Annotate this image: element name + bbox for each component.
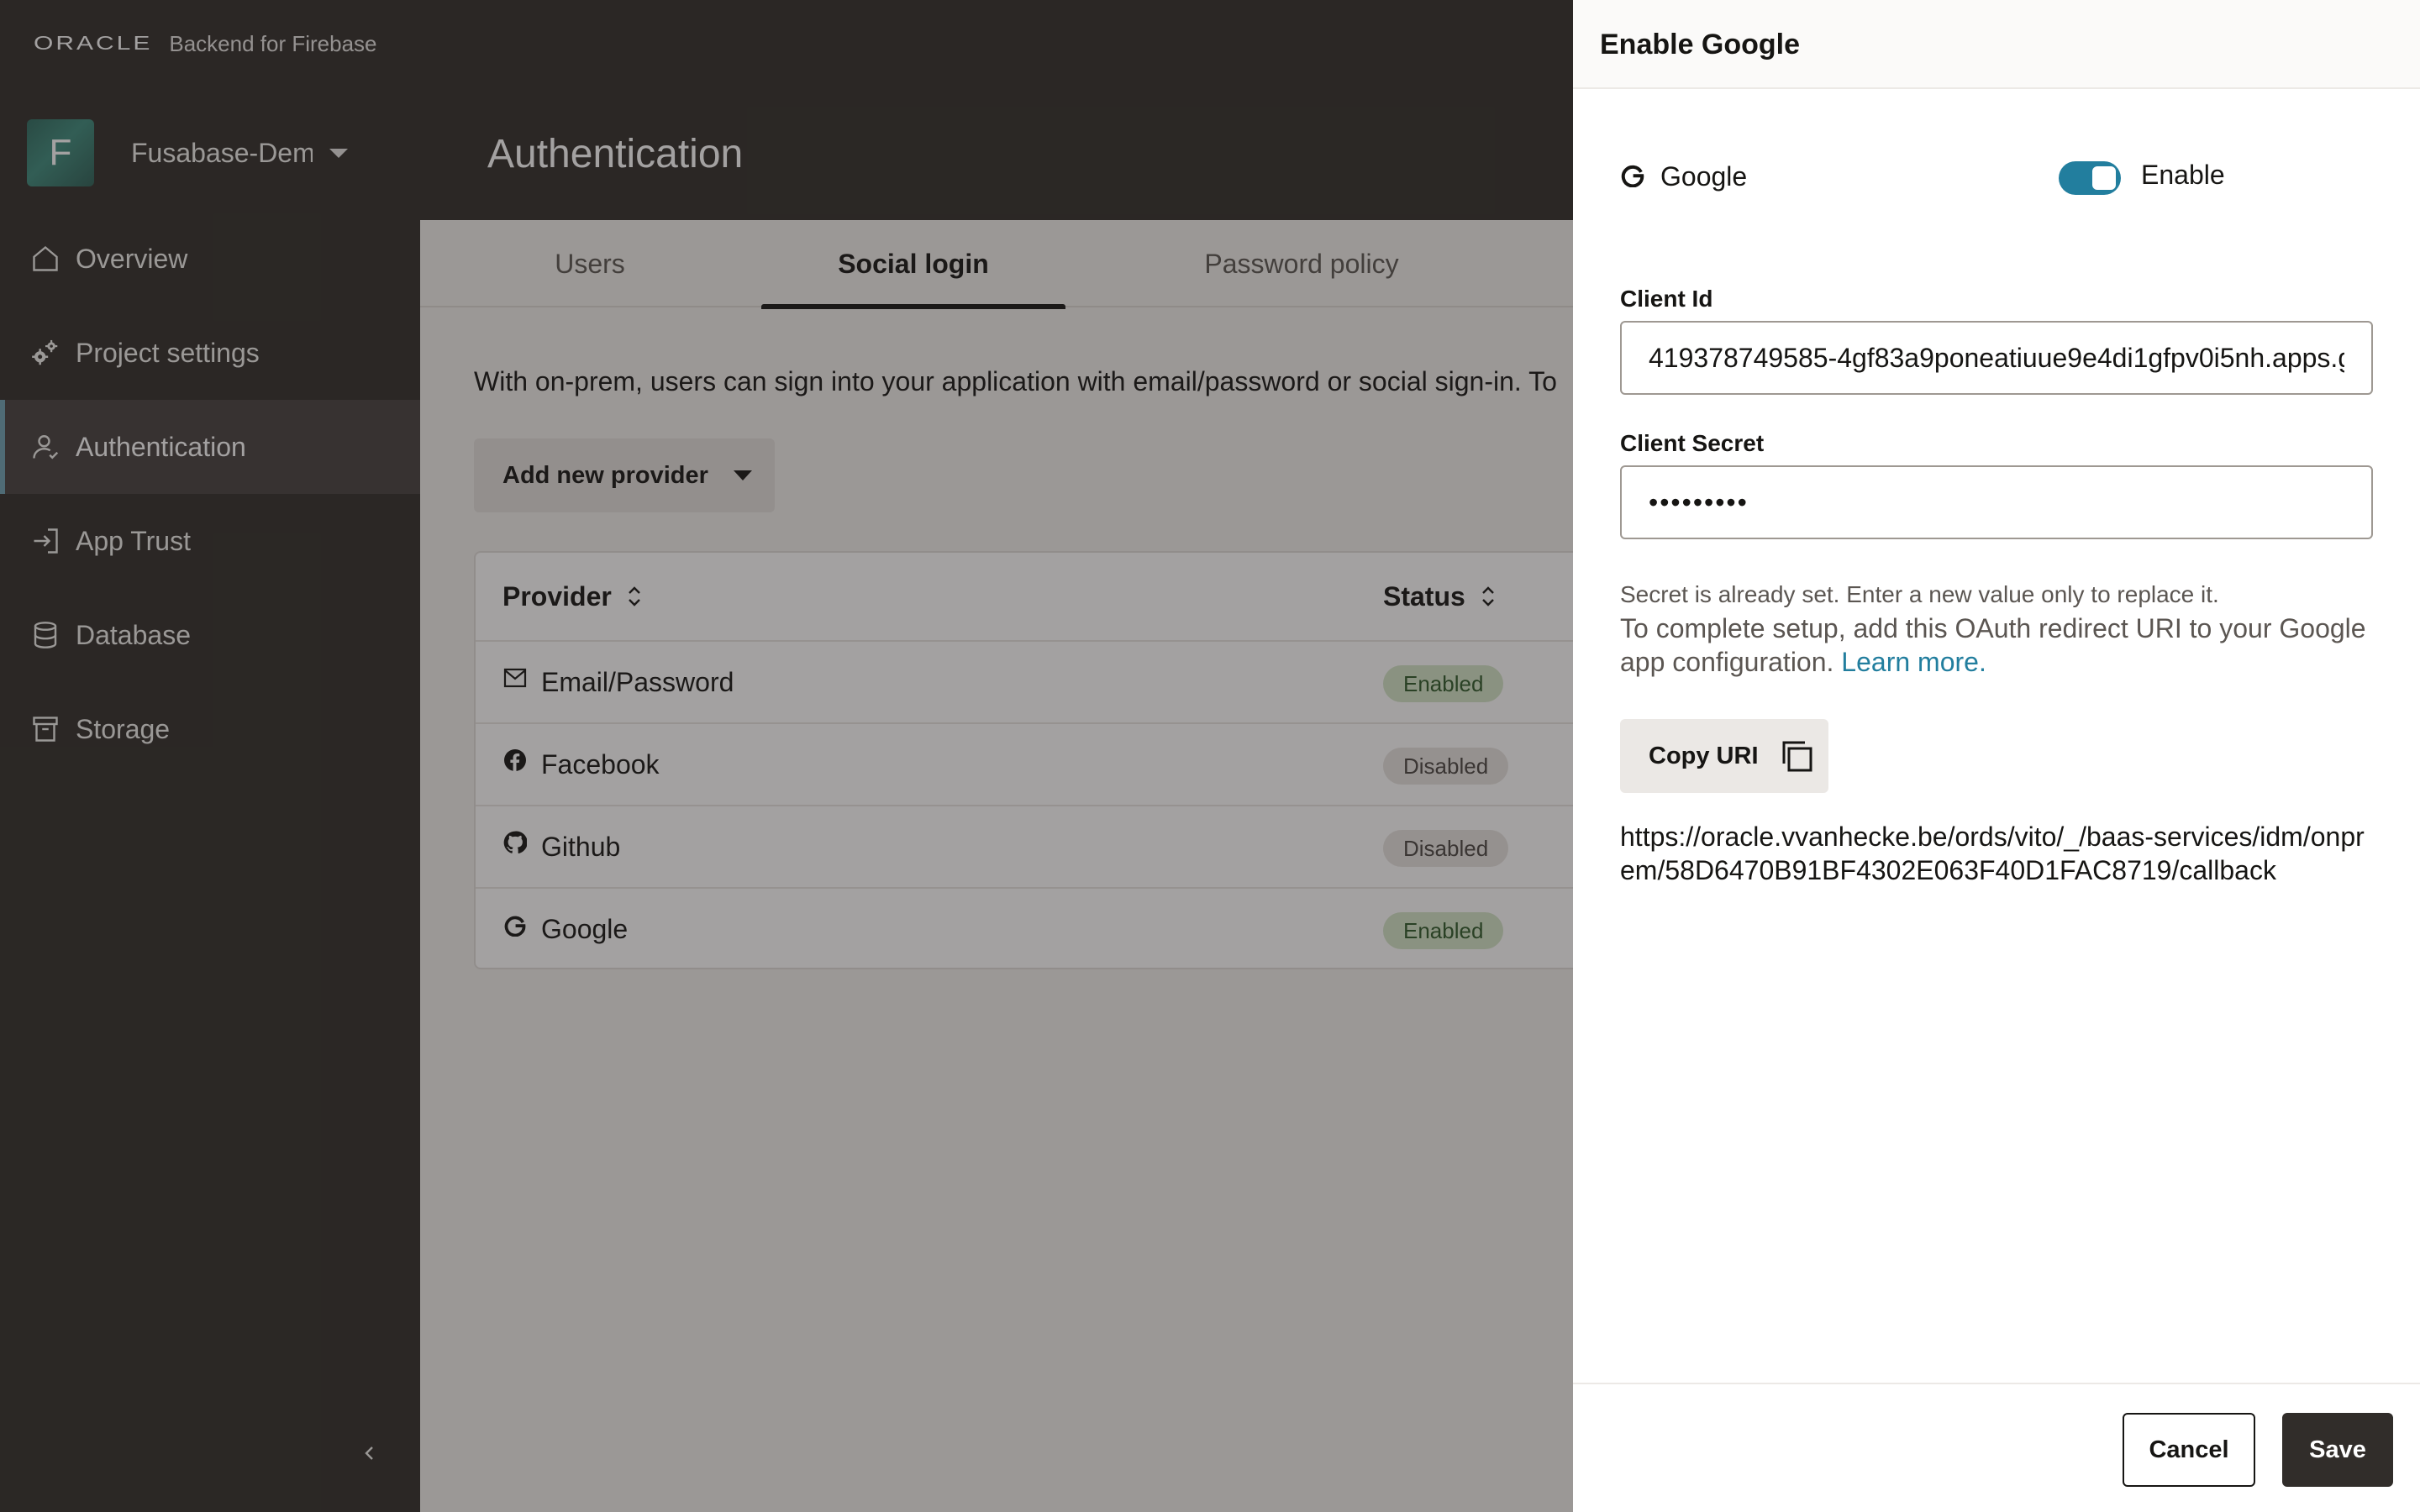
- sidebar-item-label: Authentication: [76, 431, 246, 462]
- sidebar-item-label: Storage: [76, 713, 171, 744]
- enable-label: Enable: [2141, 160, 2225, 190]
- secret-helper-text: Secret is already set. Enter a new value…: [1620, 581, 2219, 607]
- project-switcher[interactable]: F Fusabase-Dem: [27, 119, 348, 186]
- column-header-label: Status: [1383, 580, 1465, 612]
- sidebar-nav: Overview Project settings Authentication…: [0, 212, 420, 776]
- table-row[interactable]: Github Disabled: [476, 805, 1652, 887]
- gears-icon: [29, 336, 62, 370]
- status-badge: Enabled: [1383, 665, 1504, 702]
- setup-text: To complete setup, add this OAuth redire…: [1620, 613, 2366, 677]
- tab-label: Users: [555, 248, 625, 279]
- project-avatar: F: [27, 119, 94, 186]
- drawer-title: Enable Google: [1600, 29, 1801, 60]
- sidebar-item-app-trust[interactable]: App Trust: [0, 494, 420, 588]
- archive-icon: [29, 712, 62, 746]
- learn-more-link[interactable]: Learn more.: [1841, 647, 1986, 677]
- drawer-header: Enable Google: [1573, 0, 2420, 89]
- database-icon: [29, 618, 62, 652]
- provider-row: Google: [1620, 151, 1747, 202]
- tab-label: Social login: [838, 248, 989, 279]
- sidebar-item-authentication[interactable]: Authentication: [0, 400, 420, 494]
- provider-name: Google: [541, 913, 629, 944]
- sort-icon: [1479, 584, 1497, 609]
- page-title: Authentication: [487, 132, 744, 176]
- sidebar-item-label: Overview: [76, 243, 188, 274]
- sidebar-item-database[interactable]: Database: [0, 588, 420, 682]
- enable-toggle[interactable]: [2059, 161, 2121, 195]
- oracle-logo: ORACLE: [34, 32, 153, 55]
- provider-name: Github: [541, 831, 621, 862]
- product-name: Backend for Firebase: [169, 30, 377, 56]
- provider-cell: Github: [502, 806, 620, 887]
- tab-users[interactable]: Users: [506, 220, 674, 307]
- cancel-button[interactable]: Cancel: [2123, 1413, 2255, 1487]
- project-name: Fusabase-Dem: [131, 137, 313, 168]
- provider-label: Google: [1660, 160, 1748, 192]
- drawer-footer: Cancel Save: [1573, 1383, 2420, 1512]
- tab-bar: Users Social login Password policy: [420, 220, 1573, 309]
- sidebar-item-label: Database: [76, 619, 191, 650]
- caret-down-icon: [733, 470, 752, 480]
- copy-icon: [1779, 738, 1814, 774]
- client-id-label: Client Id: [1620, 286, 1713, 312]
- sidebar-item-label: Project settings: [76, 337, 260, 368]
- chevron-left-icon: [365, 1446, 373, 1460]
- sidebar-item-label: App Trust: [76, 525, 191, 556]
- chevron-down-icon: [329, 148, 348, 158]
- table-row[interactable]: Email/Password Enabled: [476, 640, 1652, 722]
- main-content: Users Social login Password policy With …: [420, 220, 1652, 1512]
- sort-icon: [625, 584, 644, 609]
- sidebar-item-storage[interactable]: Storage: [0, 682, 420, 776]
- column-header-label: Provider: [502, 580, 612, 612]
- save-button[interactable]: Save: [2282, 1413, 2393, 1487]
- button-label: Copy URI: [1649, 742, 1759, 769]
- facebook-icon: [502, 748, 528, 773]
- provider-cell: Facebook: [502, 724, 660, 805]
- status-badge: Disabled: [1383, 830, 1509, 867]
- tab-password-policy[interactable]: Password policy: [1150, 220, 1454, 307]
- top-header: ORACLE Backend for Firebase: [0, 0, 1573, 87]
- button-label: Add new provider: [502, 461, 708, 489]
- sidebar: F Fusabase-Dem Overview Project settings…: [0, 87, 420, 1512]
- status-badge: Disabled: [1383, 748, 1509, 785]
- sign-in-icon: [29, 524, 62, 558]
- column-header-provider[interactable]: Provider: [502, 553, 644, 640]
- mail-icon: [502, 665, 528, 690]
- copy-uri-button[interactable]: Copy URI: [1620, 719, 1828, 793]
- redirect-uri: https://oracle.vvanhecke.be/ords/vito/_/…: [1620, 822, 2365, 885]
- status-badge: Enabled: [1383, 912, 1504, 949]
- collapse-sidebar-button[interactable]: [353, 1436, 387, 1470]
- provider-name: Email/Password: [541, 666, 734, 697]
- github-icon: [502, 830, 528, 855]
- sidebar-item-project-settings[interactable]: Project settings: [0, 306, 420, 400]
- page-header: Authentication: [420, 87, 1573, 220]
- sidebar-item-overview[interactable]: Overview: [0, 212, 420, 306]
- provider-table: Provider Status Email/Password Enabled F…: [474, 551, 1652, 969]
- intro-text: With on-prem, users can sign into your a…: [474, 366, 1557, 396]
- provider-cell: Google: [502, 889, 628, 969]
- setup-instructions: To complete setup, add this OAuth redire…: [1620, 612, 2376, 679]
- user-icon: [29, 430, 62, 464]
- table-row[interactable]: Facebook Disabled: [476, 722, 1652, 805]
- column-header-status[interactable]: Status: [1383, 553, 1497, 640]
- client-secret-label: Client Secret: [1620, 430, 1765, 456]
- tab-label: Password policy: [1204, 248, 1399, 279]
- tab-social-login[interactable]: Social login: [761, 220, 1065, 309]
- table-row[interactable]: Google Enabled: [476, 887, 1652, 969]
- google-icon: [502, 912, 528, 937]
- home-icon: [29, 242, 62, 276]
- enable-google-drawer: Enable Google Google Enable Client Id Cl…: [1573, 0, 2420, 1512]
- client-secret-input[interactable]: [1620, 465, 2373, 539]
- client-id-input[interactable]: [1620, 321, 2373, 395]
- toggle-knob: [2092, 166, 2116, 190]
- google-icon: [1620, 162, 1645, 192]
- provider-name: Facebook: [541, 748, 660, 780]
- provider-cell: Email/Password: [502, 642, 734, 722]
- add-new-provider-button[interactable]: Add new provider: [474, 438, 775, 512]
